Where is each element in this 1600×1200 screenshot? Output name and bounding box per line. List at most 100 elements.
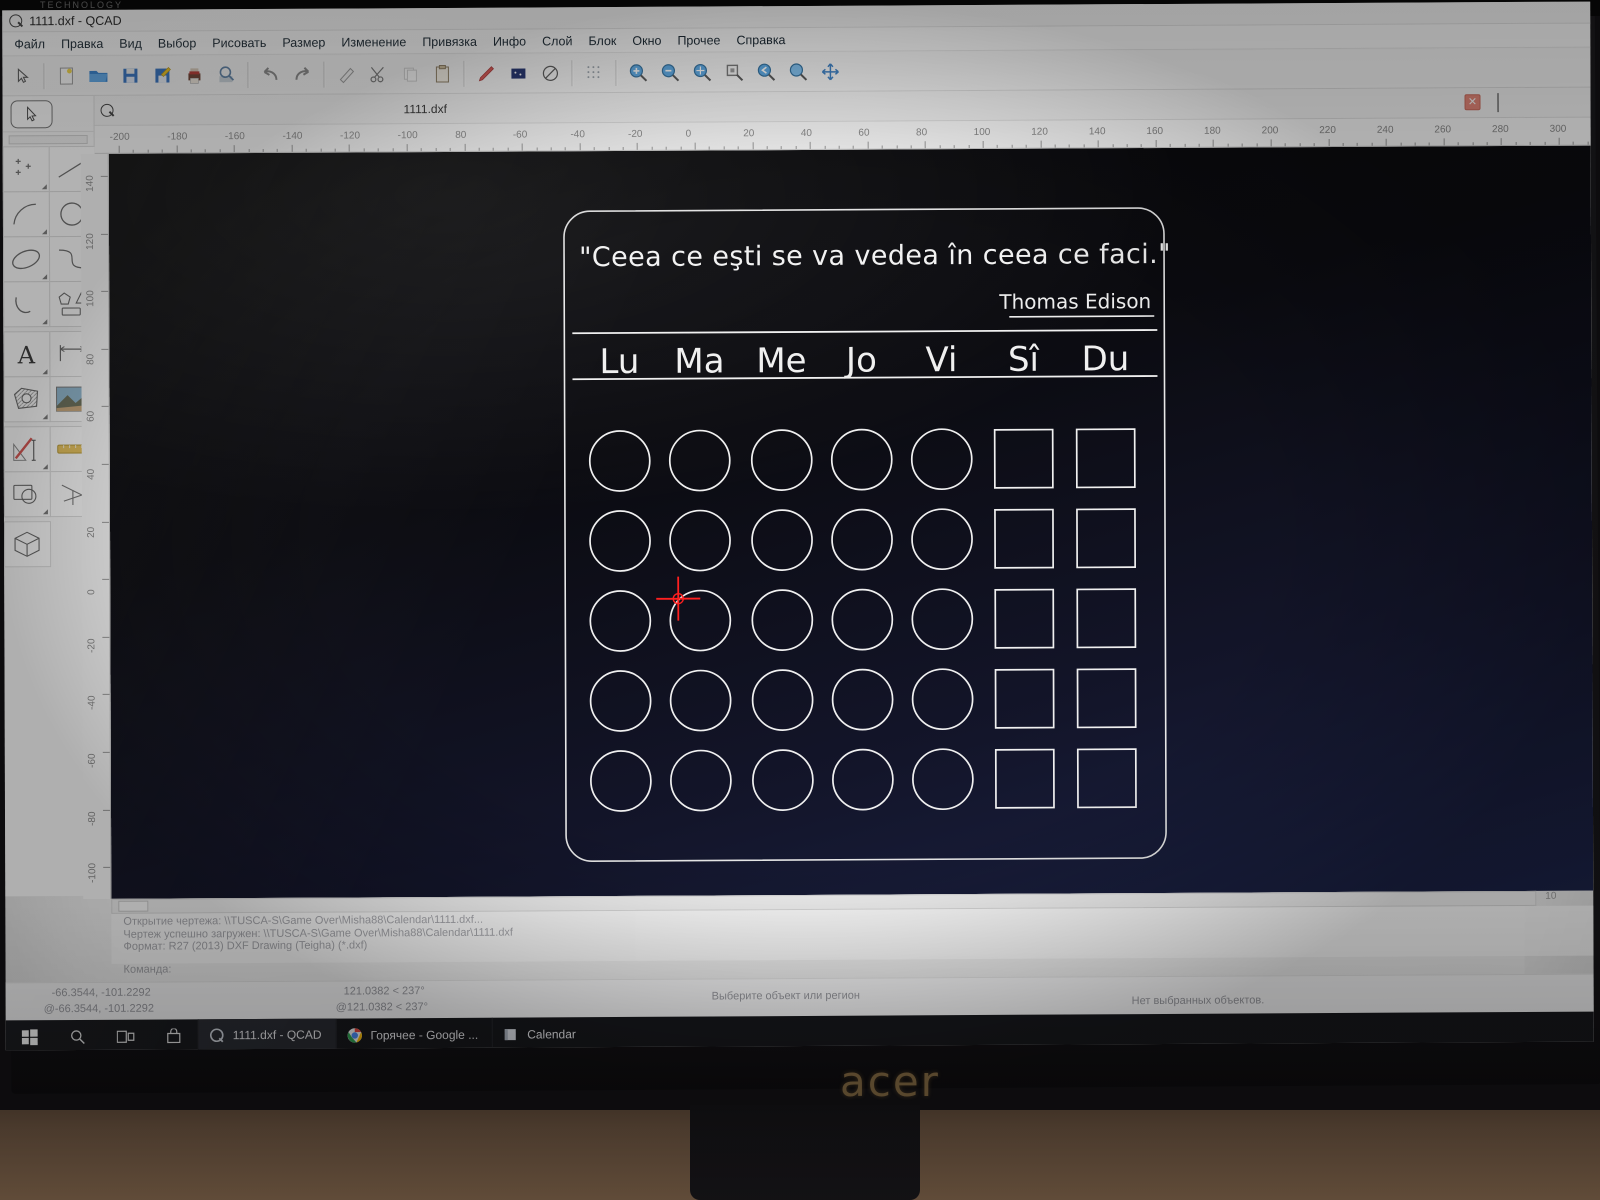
- calendar-cell-square[interactable]: [1076, 588, 1137, 649]
- calendar-cell-circle[interactable]: [911, 588, 974, 651]
- menu-edit[interactable]: Правка: [53, 34, 111, 52]
- calendar-cell-square[interactable]: [1076, 508, 1136, 569]
- calendar-cell-circle[interactable]: [751, 509, 813, 571]
- paste-clipboard-icon[interactable]: [427, 58, 457, 88]
- calendar-cell-circle[interactable]: [588, 430, 651, 492]
- calendar-cell-circle[interactable]: [670, 749, 732, 812]
- arc-tool[interactable]: [2, 190, 50, 237]
- calendar-cell-circle[interactable]: [589, 590, 652, 652]
- menu-info[interactable]: Инфо: [485, 32, 534, 50]
- calendar-cell-circle[interactable]: [590, 750, 652, 812]
- taskbar-button-qcad[interactable]: 1111.dxf - QCAD: [197, 1018, 336, 1051]
- zoom-select-icon[interactable]: [783, 56, 813, 86]
- taskbar-button-chrome[interactable]: Горячее - Google ...: [335, 1017, 493, 1051]
- calendar-cell-circle[interactable]: [751, 669, 814, 731]
- cut-scissors-icon[interactable]: [363, 59, 393, 89]
- layer-color-icon[interactable]: [503, 58, 533, 88]
- zoom-in-icon[interactable]: [623, 57, 653, 87]
- grid-icon[interactable]: [579, 58, 609, 88]
- ruler-tick: [1558, 137, 1560, 146]
- undo-icon[interactable]: [255, 59, 285, 89]
- ruler-tick-label: -160: [224, 131, 245, 143]
- calendar-cell-square[interactable]: [1076, 668, 1137, 729]
- windows-start-icon[interactable]: [6, 1020, 54, 1050]
- calendar-cell-circle[interactable]: [750, 429, 813, 491]
- menu-select[interactable]: Выбор: [150, 34, 204, 52]
- calendar-cell-circle[interactable]: [831, 508, 893, 571]
- isometric-tool[interactable]: [3, 520, 51, 567]
- calendar-cell-circle[interactable]: [752, 749, 814, 811]
- calendar-cell-square[interactable]: [994, 588, 1055, 649]
- snap-tool[interactable]: [3, 470, 51, 517]
- zoom-auto-icon[interactable]: [687, 57, 717, 87]
- calendar-cell-square[interactable]: [994, 748, 1055, 809]
- redo-icon[interactable]: [287, 59, 317, 89]
- eraser-icon[interactable]: [331, 59, 361, 89]
- menu-file[interactable]: Файл: [6, 35, 53, 53]
- close-icon[interactable]: ✕: [1464, 94, 1481, 111]
- modify-tool[interactable]: [3, 425, 51, 472]
- calendar-cell-square[interactable]: [994, 668, 1055, 729]
- linetype-icon[interactable]: [535, 58, 565, 88]
- pointer-icon[interactable]: [7, 61, 37, 91]
- save-as-icon[interactable]: [147, 60, 177, 90]
- polyline-tool[interactable]: [2, 280, 50, 327]
- new-file-icon[interactable]: [51, 60, 81, 90]
- calendar-cell-circle[interactable]: [831, 668, 894, 731]
- calendar-cell-circle[interactable]: [669, 509, 731, 572]
- text-tool[interactable]: A: [2, 330, 50, 377]
- zoom-previous-icon[interactable]: [751, 57, 781, 87]
- calendar-cell-circle[interactable]: [910, 428, 973, 491]
- calendar-cell-circle[interactable]: [831, 588, 894, 651]
- calendar-cell-circle[interactable]: [912, 748, 974, 811]
- ellipse-tool[interactable]: [2, 235, 50, 282]
- menu-view[interactable]: Вид: [111, 34, 150, 52]
- calendar-cell-circle[interactable]: [832, 748, 894, 811]
- taskbar-button-calendar[interactable]: Calendar: [492, 1017, 590, 1051]
- calendar-cell-circle[interactable]: [589, 670, 652, 732]
- calendar-cell-circle[interactable]: [589, 510, 651, 572]
- drawing-canvas[interactable]: "Ceea ce eşti se va vedea în ceea ce fac…: [108, 145, 1594, 899]
- calendar-cell-circle[interactable]: [668, 429, 731, 492]
- select-pointer-tool[interactable]: [10, 99, 53, 128]
- point-tool[interactable]: [2, 145, 50, 192]
- print-icon[interactable]: [179, 60, 209, 90]
- ruler-tick: [1155, 139, 1157, 148]
- menu-dimension[interactable]: Размер: [274, 33, 333, 51]
- menu-help[interactable]: Справка: [728, 31, 793, 49]
- task-view-icon[interactable]: [102, 1020, 150, 1051]
- scrollbar-thumb[interactable]: [118, 900, 149, 912]
- drawing-canvas-container[interactable]: "Ceea ce eşti se va vedea în ceea ce fac…: [108, 145, 1594, 899]
- calendar-cell-square[interactable]: [1076, 748, 1137, 809]
- zoom-out-icon[interactable]: [655, 57, 685, 87]
- calendar-cell-square[interactable]: [994, 508, 1054, 569]
- menu-block[interactable]: Блок: [580, 31, 624, 49]
- calendar-cell-circle[interactable]: [830, 428, 893, 491]
- menu-window[interactable]: Окно: [624, 31, 669, 49]
- menu-snap[interactable]: Привязка: [414, 32, 485, 50]
- hatch-tool[interactable]: [2, 375, 51, 422]
- calendar-cell-square[interactable]: [1075, 428, 1136, 489]
- search-icon[interactable]: [54, 1020, 102, 1051]
- ruler-tick: [100, 175, 109, 177]
- calendar-cell-grid[interactable]: [588, 428, 1137, 812]
- save-icon[interactable]: [115, 60, 145, 90]
- calendar-cell-circle[interactable]: [669, 669, 732, 732]
- menu-misc[interactable]: Прочее: [669, 31, 728, 49]
- store-icon[interactable]: [150, 1019, 198, 1050]
- calendar-cell-circle[interactable]: [911, 668, 974, 731]
- zoom-window-icon[interactable]: [719, 57, 749, 87]
- document-tab-title[interactable]: 1111.dxf: [404, 101, 447, 115]
- calendar-cell-circle[interactable]: [751, 589, 814, 651]
- calendar-cell-circle[interactable]: [911, 508, 973, 571]
- open-folder-icon[interactable]: [83, 60, 113, 90]
- menu-draw[interactable]: Рисовать: [204, 33, 274, 51]
- calendar-cell-square[interactable]: [993, 428, 1054, 489]
- pen-icon[interactable]: [471, 58, 501, 88]
- menu-modify[interactable]: Изменение: [333, 33, 414, 51]
- pan-icon[interactable]: [815, 56, 845, 86]
- menu-layer[interactable]: Слой: [534, 32, 580, 50]
- print-preview-icon[interactable]: [211, 60, 241, 90]
- copy-icon[interactable]: [395, 59, 425, 89]
- palette-grip[interactable]: [8, 134, 88, 145]
